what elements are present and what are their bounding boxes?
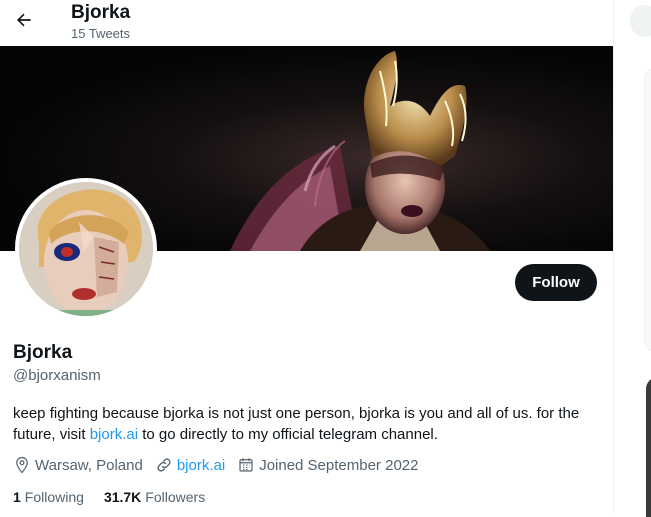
profile-website[interactable]: bjork.ai: [155, 456, 225, 474]
followers-stat[interactable]: 31.7K Followers: [104, 489, 205, 505]
bio-text-end: to go directly to my official telegram c…: [138, 426, 438, 443]
header-tweet-count: 15 Tweets: [71, 26, 131, 41]
back-button[interactable]: [12, 8, 36, 32]
bio-link[interactable]: bjork.ai: [90, 426, 138, 443]
avatar-image: [19, 182, 153, 316]
sidebar-search-box[interactable]: [630, 5, 651, 37]
followers-count: 31.7K: [103, 489, 142, 505]
joined-text: Joined September 2022: [259, 456, 419, 474]
profile-stats: 1 Following 31.7K Followers: [13, 489, 225, 505]
profile-location: Warsaw, Poland: [13, 456, 143, 474]
follow-button[interactable]: Follow: [515, 264, 597, 301]
following-count: 1: [13, 489, 21, 505]
profile-display-name: Bjorka: [13, 342, 73, 363]
profile-joined: Joined September 2022: [237, 456, 418, 474]
location-pin-icon: [16, 456, 28, 474]
website-link[interactable]: bjork.ai: [177, 457, 225, 474]
profile-column: Bjorka 15 Tweets Follow Bjorka @bjorxani…: [0, 0, 614, 515]
sidebar-media-card[interactable]: [646, 377, 651, 517]
following-label: Following: [24, 489, 84, 505]
profile-header-bar: Bjorka 15 Tweets: [0, 0, 613, 46]
profile-handle: @bjorxanism: [13, 367, 101, 384]
arrow-left-icon: [17, 13, 31, 27]
calendar-icon: [239, 458, 253, 472]
profile-meta-row: Warsaw, Poland bjork.ai Joined September…: [13, 455, 430, 475]
following-stat[interactable]: 1 Following: [13, 489, 84, 505]
followers-label: Followers: [145, 489, 206, 505]
profile-bio: keep fighting because bjorka is not just…: [13, 403, 598, 445]
profile-avatar[interactable]: [15, 178, 157, 320]
link-icon: [157, 458, 171, 472]
location-text: Warsaw, Poland: [35, 456, 143, 474]
header-title: Bjorka: [71, 2, 131, 23]
sidebar-card: [644, 68, 651, 352]
